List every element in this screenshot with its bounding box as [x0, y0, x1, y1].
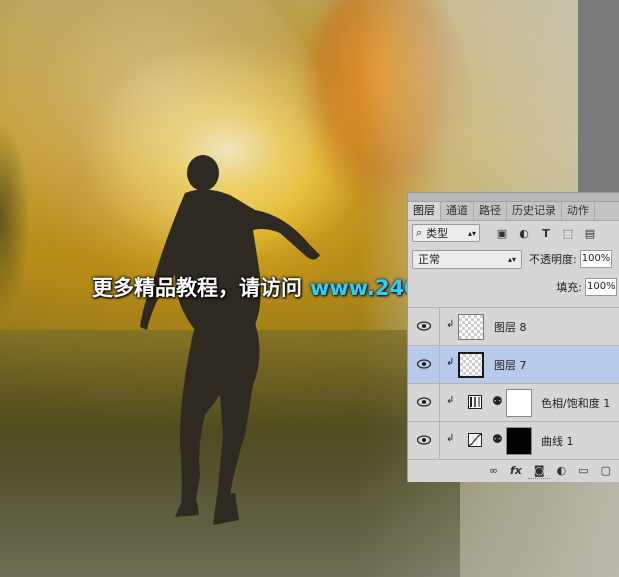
hue-saturation-icon	[468, 395, 482, 409]
clipping-arrow-icon: ↲	[446, 433, 455, 444]
layer-name[interactable]: 色相/饱和度 1	[541, 395, 610, 411]
link-layers-icon[interactable]: ∞	[489, 464, 498, 477]
layer-thumbnail	[458, 352, 484, 378]
adjustment-filter-icon[interactable]: ◐	[518, 227, 530, 240]
blend-mode-select[interactable]: 正常 ▴▾	[412, 249, 522, 269]
smart-object-filter-icon[interactable]: ▤	[584, 227, 596, 240]
left-tree-silhouette	[0, 120, 30, 320]
eye-icon[interactable]	[417, 435, 431, 445]
fill-label: 填充:	[556, 281, 582, 294]
fill-field[interactable]: 100%	[585, 278, 617, 296]
search-icon: ⌕	[416, 226, 423, 239]
layer-mask-thumbnail[interactable]	[506, 427, 532, 455]
shape-filter-icon[interactable]: ⬚	[562, 227, 574, 240]
fx-icon[interactable]: fx	[510, 464, 522, 477]
chain-link-icon[interactable]: ⚉	[492, 432, 503, 446]
layer-row-selected[interactable]: ↲ 图层 7	[408, 345, 619, 383]
updown-arrow-icon: ▴▾	[507, 254, 516, 264]
divider	[439, 422, 440, 459]
tab-channels[interactable]: 通道	[441, 202, 474, 220]
panel-tabs: 图层 通道 路径 历史记录 动作	[408, 202, 619, 221]
running-man-silhouette	[140, 155, 320, 525]
layer-name[interactable]: 曲线 1	[541, 433, 574, 449]
chain-link-icon[interactable]: ⚉	[492, 394, 503, 408]
image-filter-icon[interactable]: ▣	[496, 227, 508, 240]
clipping-arrow-icon: ↲	[446, 319, 455, 330]
updown-arrow-icon: ▴▾	[467, 228, 476, 238]
tab-history[interactable]: 历史记录	[507, 202, 562, 220]
opacity-field[interactable]: 100%	[579, 250, 612, 268]
resize-grip[interactable]	[528, 478, 550, 482]
layer-name[interactable]: 图层 8	[494, 319, 527, 335]
divider	[439, 384, 440, 421]
fill-row: 填充: 100%	[412, 277, 617, 297]
layer-row[interactable]: ↲ ⚉ 曲线 1	[408, 421, 619, 459]
blend-mode-value: 正常	[418, 253, 440, 266]
eye-icon[interactable]	[417, 321, 431, 331]
tab-actions[interactable]: 动作	[562, 202, 595, 220]
filter-row: ⌕ 类型 ▴▾ ▣ ◐ T ⬚ ▤	[412, 223, 617, 243]
kind-filter-value: 类型	[426, 227, 449, 240]
layers-panel: 图层 通道 路径 历史记录 动作 ⌕ 类型 ▴▾ ▣ ◐ T ⬚ ▤ 正常 ▴▾…	[407, 192, 619, 482]
divider	[439, 346, 440, 383]
divider	[439, 308, 440, 345]
panel-collapse-bar[interactable]	[408, 193, 619, 202]
clipping-arrow-icon: ↲	[446, 395, 455, 406]
layer-row[interactable]: ↲ 图层 8	[408, 307, 619, 345]
watermark-chinese-text: 更多精品教程，请访问	[92, 276, 302, 300]
layer-list: ↲ 图层 8 ↲ 图层 7 ↲ ⚉ 色相/饱和度 1 ↲ ⚉ 曲线 1	[408, 307, 619, 459]
new-group-icon[interactable]: ▭	[578, 464, 588, 477]
opacity-label: 不透明度:	[529, 253, 577, 266]
layer-name[interactable]: 图层 7	[494, 357, 527, 373]
eye-icon[interactable]	[417, 359, 431, 369]
tab-layers[interactable]: 图层	[408, 202, 441, 220]
new-adjustment-icon[interactable]: ◐	[557, 464, 567, 477]
layer-row[interactable]: ↲ ⚉ 色相/饱和度 1	[408, 383, 619, 421]
new-layer-icon[interactable]: ▢	[601, 464, 611, 477]
layer-thumbnail	[458, 314, 484, 340]
clipping-arrow-icon: ↲	[446, 357, 455, 368]
kind-filter-select[interactable]: ⌕ 类型 ▴▾	[412, 224, 480, 242]
tab-paths[interactable]: 路径	[474, 202, 507, 220]
curves-icon	[468, 433, 482, 447]
layer-mask-thumbnail[interactable]	[506, 389, 532, 417]
eye-icon[interactable]	[417, 397, 431, 407]
type-filter-icon[interactable]: T	[540, 227, 552, 240]
canvas-gutter	[578, 0, 619, 192]
blend-row: 正常 ▴▾ 不透明度: 100%	[412, 249, 617, 269]
add-mask-icon[interactable]: ◙	[534, 464, 545, 477]
panel-bottom-bar: ∞ fx ◙ ◐ ▭ ▢	[408, 459, 619, 481]
